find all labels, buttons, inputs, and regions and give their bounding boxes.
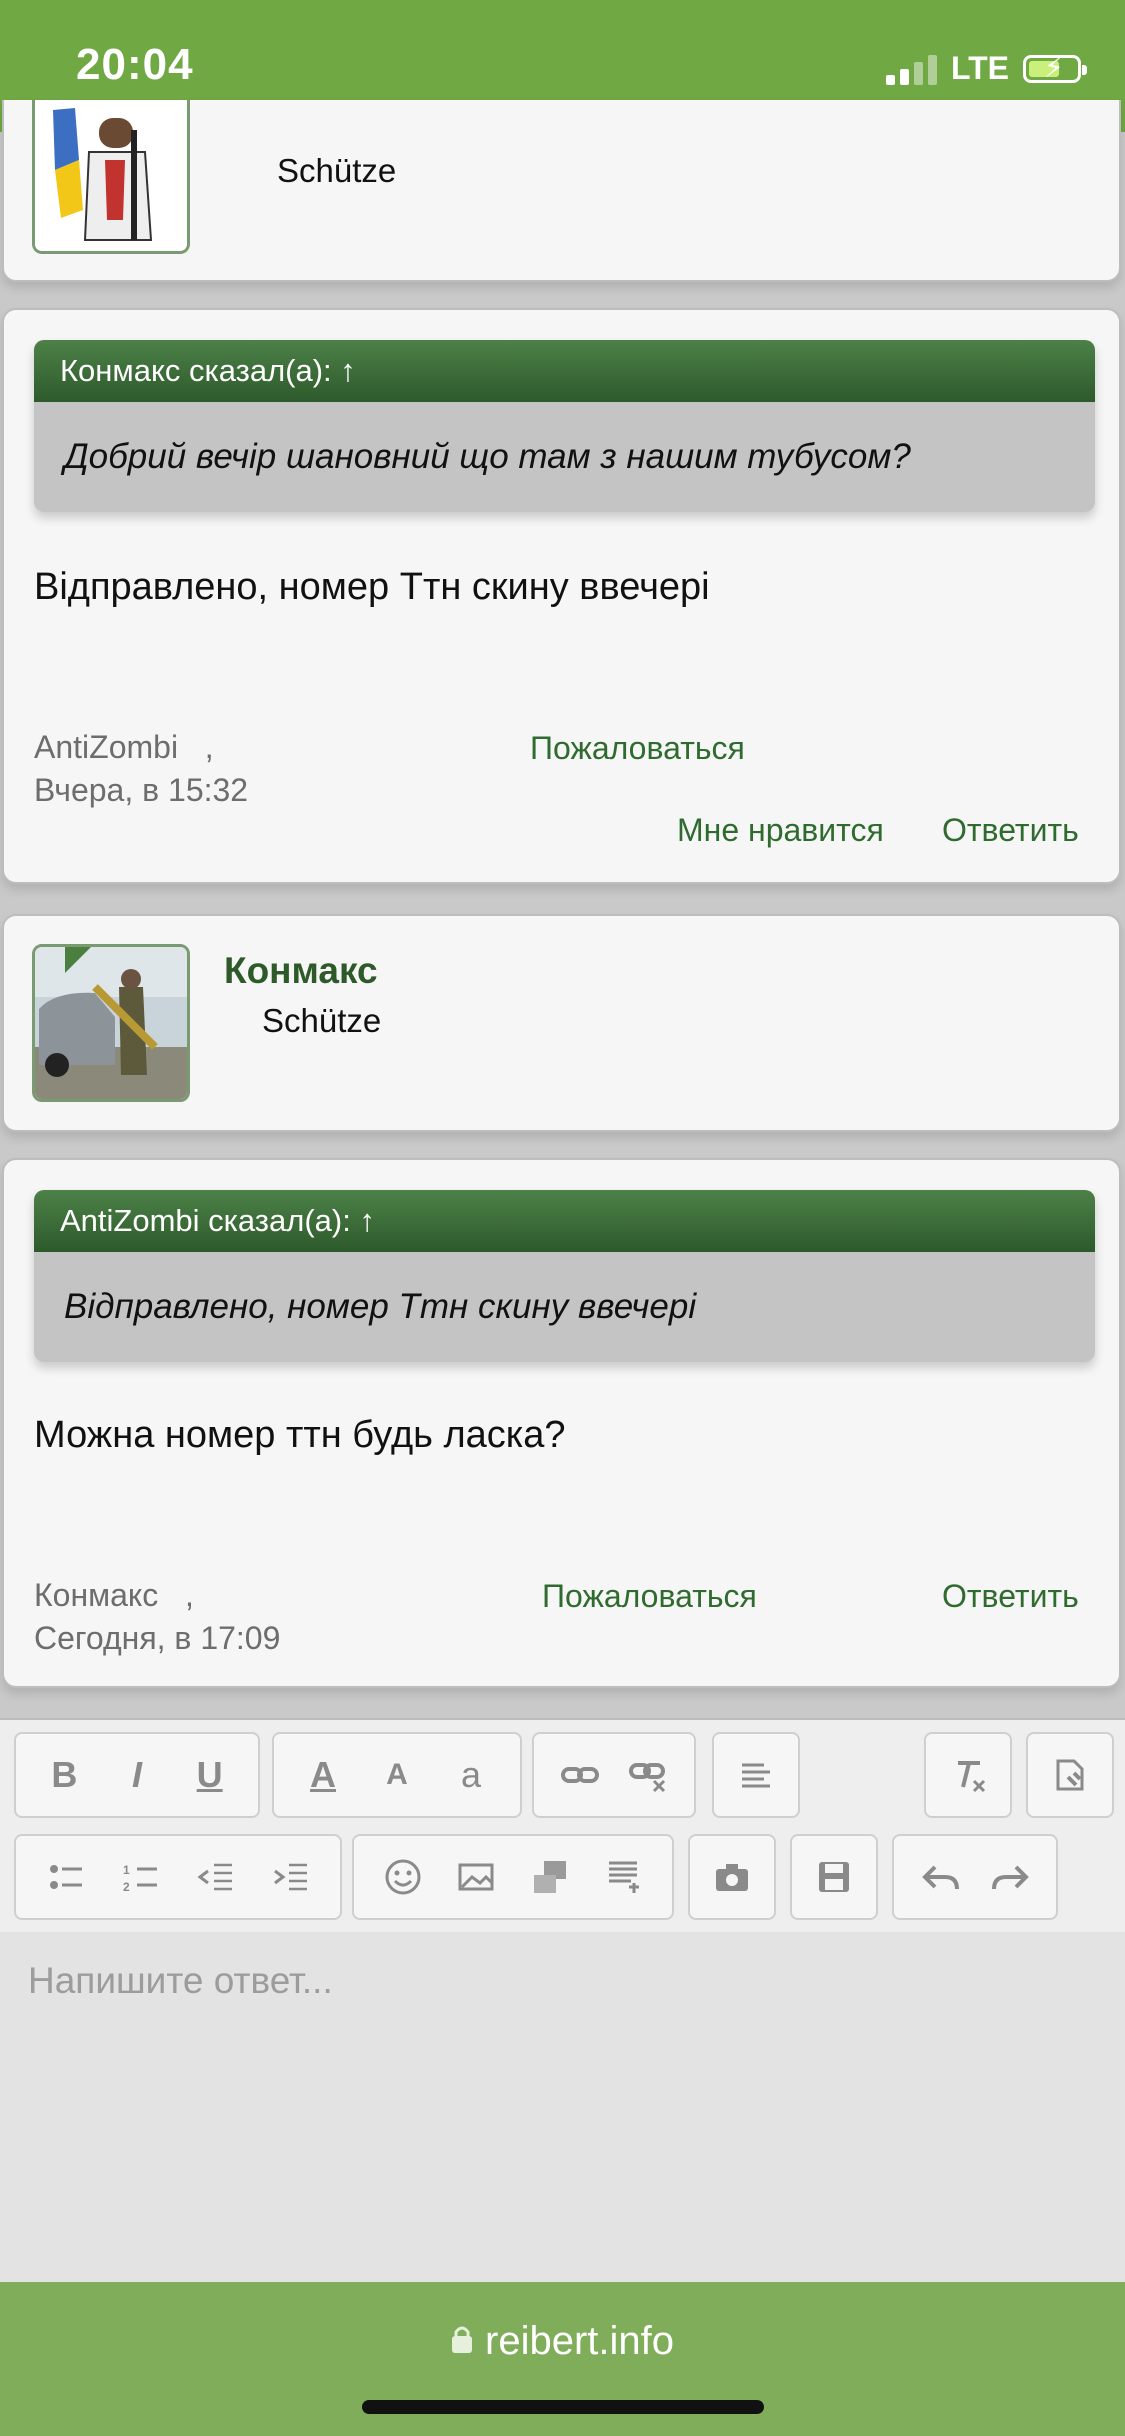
redo-icon[interactable] [979, 1846, 1041, 1908]
report-link[interactable]: Пожаловаться [542, 1578, 757, 1615]
insert-template-icon[interactable] [592, 1846, 654, 1908]
quote-block: Конмакс сказал(а): ↑ Добрий вечір шановн… [34, 340, 1095, 512]
post-card: Конмакс сказал(а): ↑ Добрий вечір шановн… [2, 308, 1121, 884]
bullet-list-icon[interactable] [35, 1846, 97, 1908]
font-color-icon[interactable]: A [292, 1744, 354, 1806]
user-info-card: Schütze [2, 100, 1121, 282]
editor-toolbar-row-1: B I U A A a [0, 1720, 1125, 1830]
bbcode-group [1026, 1732, 1114, 1818]
username[interactable]: Конмакс [224, 950, 378, 992]
avatar[interactable] [32, 100, 190, 254]
post-author[interactable]: Конмакс [34, 1577, 158, 1613]
url-display[interactable]: reibert.info [0, 2317, 1125, 2364]
user-rank: Schütze [262, 1002, 382, 1039]
report-link[interactable]: Пожаловаться [530, 730, 745, 767]
media-icon[interactable] [519, 1846, 581, 1908]
underline-icon[interactable]: U [179, 1744, 241, 1806]
align-icon[interactable] [726, 1744, 786, 1806]
user-rank: Schütze [277, 152, 397, 189]
status-time: 20:04 [76, 40, 194, 89]
svg-text:1: 1 [123, 1863, 130, 1877]
post-message: Можна номер ттн будь ласка? [34, 1414, 566, 1456]
font-family-icon[interactable]: a [440, 1744, 502, 1806]
link-group [532, 1732, 696, 1818]
signal-icon [885, 53, 937, 85]
italic-icon[interactable]: I [106, 1744, 168, 1806]
quote-block: AntiZombi сказал(а): ↑ Відправлено, номе… [34, 1190, 1095, 1362]
font-group: A A a [272, 1732, 522, 1818]
outdent-icon[interactable] [185, 1846, 247, 1908]
numbered-list-icon[interactable]: 12 [110, 1846, 172, 1908]
media-group [352, 1834, 674, 1920]
camera-group [688, 1834, 776, 1920]
save-group [790, 1834, 878, 1920]
url-text: reibert.info [485, 2318, 674, 2363]
meta-separator: , [204, 729, 214, 765]
status-indicators: LTE ⚡ [885, 50, 1087, 87]
font-size-icon[interactable]: A [366, 1744, 428, 1806]
battery-charging-icon: ⚡ [1023, 53, 1087, 83]
bbcode-toggle-icon[interactable] [1040, 1744, 1100, 1806]
avatar[interactable] [32, 944, 190, 1102]
svg-text:2: 2 [123, 1880, 130, 1894]
history-group [892, 1834, 1058, 1920]
post-message: Відправлено, номер Ттн скину ввечері [34, 566, 710, 608]
quote-text: Відправлено, номер Ттн скину ввечері [34, 1252, 1095, 1362]
post-meta: AntiZombi , Вчера, в 15:32 [34, 726, 248, 812]
link-icon[interactable] [549, 1744, 611, 1806]
post-date[interactable]: Вчера, в 15:32 [34, 772, 248, 808]
meta-separator: , [184, 1577, 194, 1613]
image-icon[interactable] [445, 1846, 507, 1908]
network-label: LTE [950, 50, 1009, 86]
post-date[interactable]: Сегодня, в 17:09 [34, 1620, 280, 1656]
lock-icon [451, 2319, 473, 2364]
post-author[interactable]: AntiZombi [34, 729, 178, 765]
quote-header[interactable]: AntiZombi сказал(а): ↑ [34, 1190, 1095, 1252]
align-group [712, 1732, 800, 1818]
undo-icon[interactable] [910, 1846, 972, 1908]
text-style-group: B I U [14, 1732, 260, 1818]
editor-toolbar-row-2: 12 [0, 1822, 1125, 1932]
home-indicator[interactable] [362, 2400, 764, 2414]
reply-link[interactable]: Ответить [942, 1578, 1079, 1615]
post-meta: Конмакс , Сегодня, в 17:09 [34, 1574, 280, 1660]
save-draft-icon[interactable] [804, 1846, 864, 1908]
camera-icon[interactable] [702, 1846, 762, 1908]
post-card: AntiZombi сказал(а): ↑ Відправлено, номе… [2, 1158, 1121, 1688]
like-link[interactable]: Мне нравится [677, 812, 884, 849]
reply-link[interactable]: Ответить [942, 812, 1079, 849]
unlink-icon[interactable] [617, 1744, 679, 1806]
quote-text: Добрий вечір шановний що там з нашим туб… [34, 402, 1095, 512]
list-group: 12 [14, 1834, 342, 1920]
user-info-card: Конмакс Schütze [2, 914, 1121, 1132]
remove-format-icon[interactable] [938, 1744, 998, 1806]
indent-icon[interactable] [260, 1846, 322, 1908]
smilie-icon[interactable] [372, 1846, 434, 1908]
quote-header[interactable]: Конмакс сказал(а): ↑ [34, 340, 1095, 402]
remove-format-group [924, 1732, 1012, 1818]
reply-textarea[interactable]: Напишите ответ... [28, 1960, 333, 2002]
bold-icon[interactable]: B [33, 1744, 95, 1806]
